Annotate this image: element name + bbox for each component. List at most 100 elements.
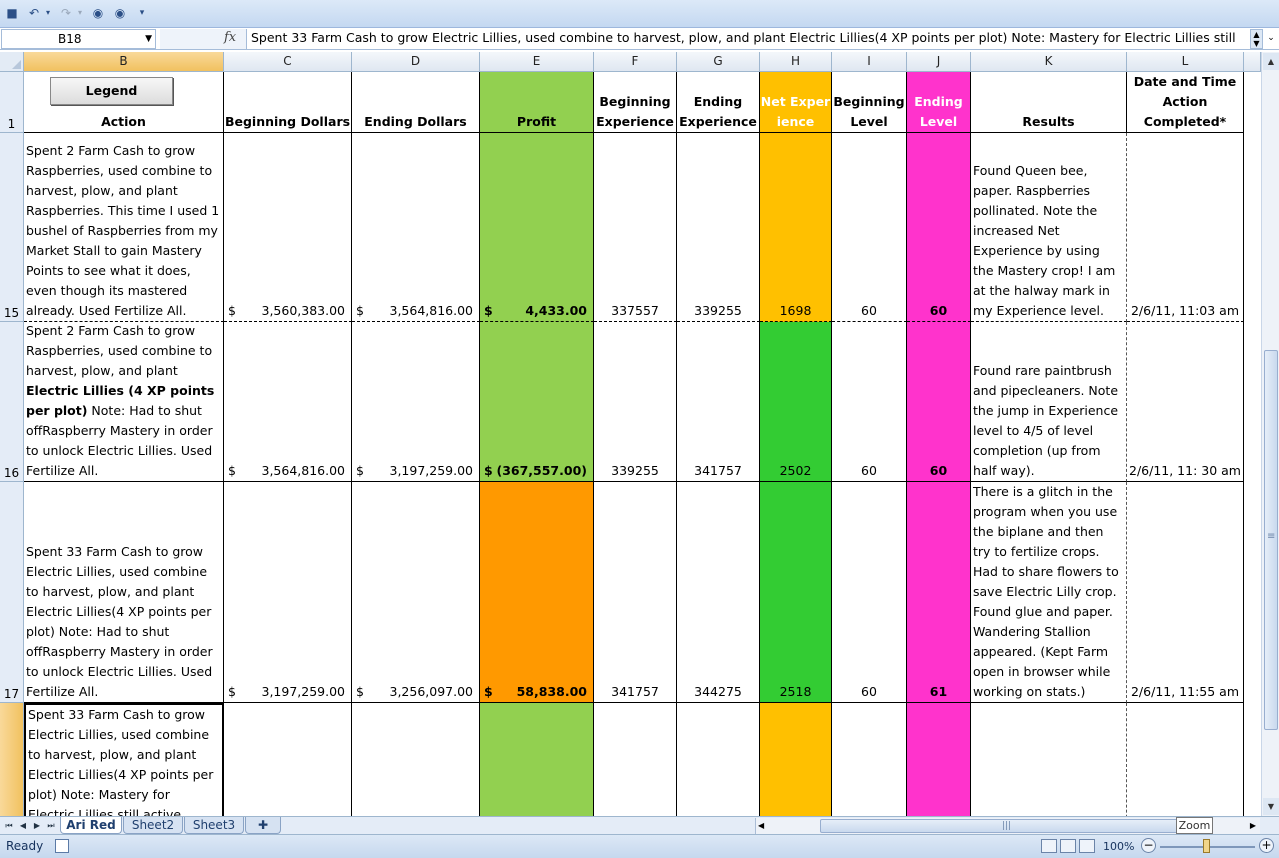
cell-ending-level[interactable] [907,703,971,816]
page-layout-view-icon[interactable] [1060,839,1076,853]
redo-dropdown-icon[interactable]: ▾ [72,5,88,21]
expand-formula-bar-icon[interactable]: ▲ ▼ [1250,29,1263,49]
zoom-in-icon[interactable]: + [1259,838,1274,853]
scroll-down-icon[interactable]: ▼ [1263,798,1279,815]
cell-net-experience[interactable]: 1698 [760,133,832,322]
cell-beginning-experience[interactable]: 339255 [594,322,677,482]
prev-sheet-icon[interactable]: ◀ [17,818,29,834]
insert-function-icon[interactable]: fx [224,30,236,45]
formula-input[interactable]: Spent 33 Farm Cash to grow Electric Lill… [246,29,1249,49]
column-header-e[interactable]: E [480,52,594,72]
cell-action[interactable]: Spent 33 Farm Cash to grow Electric Lill… [24,482,224,703]
cell-beginning-level[interactable]: 60 [832,133,907,322]
formula-bar: B18 ▼ fx Spent 33 Farm Cash to grow Elec… [0,28,1279,50]
cell-net-experience[interactable]: 2502 [760,322,832,482]
column-header-m[interactable] [1244,52,1261,72]
cell-ending-experience[interactable]: 339255 [677,133,760,322]
cell-net-experience[interactable] [760,703,832,816]
cell-ending-experience[interactable]: 341757 [677,322,760,482]
vertical-scrollbar[interactable]: ▲ ▼ [1261,52,1279,816]
next-sheet-icon[interactable]: ▶ [31,818,43,834]
cell-beginning-experience[interactable] [594,703,677,816]
column-header-j[interactable]: J [907,52,971,72]
cell-date-time[interactable]: 2/6/11, 11:03 am [1127,133,1244,322]
column-header-f[interactable]: F [594,52,677,72]
cell-action[interactable]: Spent 2 Farm Cash to grow Raspberries, u… [24,133,224,322]
worksheet-grid[interactable]: B C D E F G H I J K L 1 Action Beginning… [0,52,1261,816]
zoom-level[interactable]: 100% [1103,840,1134,853]
cell-net-experience[interactable]: 2518 [760,482,832,703]
undo-dropdown-icon[interactable]: ▾ [40,5,56,21]
cell-beginning-level[interactable] [832,703,907,816]
cell-date-time[interactable] [1127,703,1244,816]
cell-results[interactable]: There is a glitch in the program when yo… [971,482,1127,703]
insert-sheet-icon[interactable]: ✚ [245,817,281,834]
cell-beginning-dollars[interactable]: $ 3,197,259.00 [224,482,352,703]
cell-profit[interactable]: $ 58,838.00 [480,482,594,703]
column-header-d[interactable]: D [352,52,480,72]
select-all-button[interactable] [0,52,24,72]
cell-action[interactable]: Spent 2 Farm Cash to grow Raspberries, u… [24,322,224,482]
row-header-18[interactable] [0,703,24,816]
zoom-out-icon[interactable]: − [1141,838,1156,853]
cell-profit[interactable] [480,703,594,816]
chevron-down-icon[interactable]: ▼ [145,30,152,48]
vertical-scroll-thumb[interactable] [1264,350,1278,730]
save-icon[interactable]: ■ [4,5,20,21]
column-header-i[interactable]: I [832,52,907,72]
cell-action-selected[interactable]: Spent 33 Farm Cash to grow Electric Lill… [24,703,224,816]
cell-ending-experience[interactable]: 344275 [677,482,760,703]
macro-record-icon[interactable] [55,839,69,853]
page-break-preview-icon[interactable] [1079,839,1095,853]
horizontal-scroll-thumb[interactable]: ||| [820,819,1193,833]
zoom-slider-thumb[interactable] [1203,839,1210,853]
cell-results[interactable]: Found rare paintbrush and pipecleaners. … [971,322,1127,482]
sheet-tab-sheet2[interactable]: Sheet2 [123,817,183,834]
cell-profit[interactable]: $ 4,433.00 [480,133,594,322]
cell-ending-dollars[interactable]: $ 3,197,259.00 [352,322,480,482]
cell-beginning-dollars[interactable] [224,703,352,816]
scroll-up-icon[interactable]: ▲ [1263,53,1279,70]
record-icon[interactable]: ◉ [90,5,106,21]
normal-view-icon[interactable] [1041,839,1057,853]
cell-beginning-level[interactable]: 60 [832,322,907,482]
first-sheet-icon[interactable]: ⏮ [3,818,15,834]
cell-date-time[interactable]: 2/6/11, 11: 30 am [1127,322,1244,482]
cell-beginning-dollars[interactable]: $ 3,560,383.00 [224,133,352,322]
row-header-16[interactable]: 16 [0,322,24,482]
cell-ending-experience[interactable] [677,703,760,816]
record-icon-2[interactable]: ◉ [112,5,128,21]
column-header-b[interactable]: B [24,52,224,72]
cell-beginning-experience[interactable]: 337557 [594,133,677,322]
sheet-tab-ari-red[interactable]: Ari Red [60,817,122,834]
cell-ending-dollars[interactable] [352,703,480,816]
cell-beginning-dollars[interactable]: $ 3,564,816.00 [224,322,352,482]
column-header-h[interactable]: H [760,52,832,72]
cell-results[interactable] [971,703,1127,816]
name-box[interactable]: B18 ▼ [1,29,156,49]
column-header-c[interactable]: C [224,52,352,72]
cell-date-time[interactable]: 2/6/11, 11:55 am [1127,482,1244,703]
cell-ending-dollars[interactable]: $ 3,564,816.00 [352,133,480,322]
legend-button[interactable]: Legend [50,77,173,105]
cell-profit[interactable]: $ (367,557.00) [480,322,594,482]
cell-ending-level[interactable]: 60 [907,322,971,482]
customize-toolbar-icon[interactable]: ▾ [134,5,150,21]
cell-ending-level[interactable]: 61 [907,482,971,703]
cell-beginning-level[interactable]: 60 [832,482,907,703]
chevron-down-icon[interactable]: ⌄ [1264,29,1278,49]
scroll-left-icon[interactable]: ◀ [758,818,764,834]
row-header-17[interactable]: 17 [0,482,24,703]
cell-ending-dollars[interactable]: $ 3,256,097.00 [352,482,480,703]
column-header-k[interactable]: K [971,52,1127,72]
cell-ending-level[interactable]: 60 [907,133,971,322]
row-header-15[interactable]: 15 [0,133,24,322]
column-header-g[interactable]: G [677,52,760,72]
sheet-tab-sheet3[interactable]: Sheet3 [184,817,244,834]
last-sheet-icon[interactable]: ⏭ [45,818,57,834]
cell-results[interactable]: Found Queen bee, paper. Raspberries poll… [971,133,1127,322]
column-header-l[interactable]: L [1127,52,1244,72]
row-header-1[interactable]: 1 [0,72,24,133]
cell-beginning-experience[interactable]: 341757 [594,482,677,703]
scroll-right-icon[interactable]: ▶ [1250,818,1256,834]
